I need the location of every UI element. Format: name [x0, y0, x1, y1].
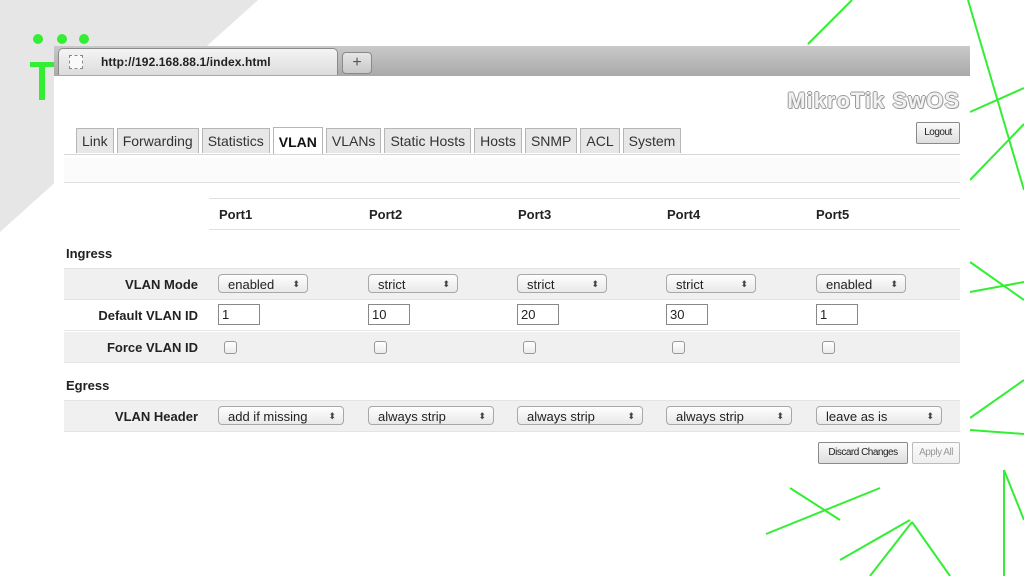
discard-changes-button[interactable]: Discard Changes	[818, 442, 908, 464]
tab-statistics[interactable]: Statistics	[201, 128, 270, 153]
default-vlan-id-input-port1[interactable]: 1	[218, 304, 260, 325]
row-force-vlan-id: Force VLAN ID	[64, 332, 960, 363]
logout-button[interactable]: Logout	[916, 122, 960, 144]
tab-system[interactable]: System	[622, 128, 682, 153]
select-arrows-icon: ⬍	[591, 279, 599, 289]
divider	[64, 154, 960, 155]
select-arrows-icon: ⬍	[292, 279, 300, 289]
default-vlan-id-input-port4[interactable]: 30	[666, 304, 708, 325]
tab-link[interactable]: Link	[76, 128, 114, 153]
force-vlan-id-checkbox-port4[interactable]	[672, 341, 685, 354]
tab-hosts[interactable]: Hosts	[474, 128, 522, 153]
tab-acl[interactable]: ACL	[580, 128, 620, 153]
select-arrows-icon: ⬍	[478, 411, 486, 421]
default-vlan-id-input-port5[interactable]: 1	[816, 304, 858, 325]
row-label: VLAN Mode	[125, 277, 198, 292]
vlan-header-select-port2[interactable]: always strip ⬍	[368, 406, 494, 425]
select-arrows-icon: ⬍	[442, 279, 450, 289]
default-vlan-id-input-port2[interactable]: 10	[368, 304, 410, 325]
section-egress: Egress	[66, 378, 110, 393]
tab-static-hosts[interactable]: Static Hosts	[384, 128, 472, 153]
vlan-mode-select-port2[interactable]: strict ⬍	[368, 274, 458, 293]
row-label: Default VLAN ID	[98, 308, 198, 323]
vlan-mode-select-port1[interactable]: enabled ⬍	[218, 274, 308, 293]
toolbar-strip	[64, 158, 960, 183]
brand-logo: MikroTik SwOS	[787, 88, 960, 113]
vlan-header-select-port5[interactable]: leave as is ⬍	[816, 406, 942, 425]
port-header-row: Port1 Port2 Port3 Port4 Port5	[209, 198, 960, 230]
new-tab-button[interactable]: +	[342, 52, 372, 74]
vlan-header-select-port3[interactable]: always strip ⬍	[517, 406, 643, 425]
port-header: Port3	[518, 207, 552, 222]
tab-vlan[interactable]: VLAN	[272, 127, 323, 154]
row-vlan-mode: VLAN Mode enabled ⬍ strict ⬍ strict ⬍ stric…	[64, 268, 960, 300]
tab-snmp[interactable]: SNMP	[524, 128, 578, 153]
port-header: Port5	[816, 207, 850, 222]
select-arrows-icon: ⬍	[328, 411, 336, 421]
force-vlan-id-checkbox-port1[interactable]	[224, 341, 237, 354]
select-arrows-icon: ⬍	[890, 279, 898, 289]
port-header: Port2	[369, 207, 403, 222]
tab-vlans[interactable]: VLANs	[325, 128, 382, 153]
apply-all-button[interactable]: Apply All	[912, 442, 960, 464]
port-header: Port4	[667, 207, 701, 222]
vlan-mode-select-port4[interactable]: strict ⬍	[666, 274, 756, 293]
vlan-header-select-port1[interactable]: add if missing ⬍	[218, 406, 344, 425]
page-icon	[69, 55, 83, 69]
url-text: http://192.168.88.1/index.html	[101, 55, 271, 69]
row-label: VLAN Header	[114, 409, 198, 424]
vlan-mode-select-port5[interactable]: enabled ⬍	[816, 274, 906, 293]
nav-tabs: Link Forwarding Statistics VLAN VLANs St…	[76, 127, 684, 154]
force-vlan-id-checkbox-port3[interactable]	[523, 341, 536, 354]
force-vlan-id-checkbox-port2[interactable]	[374, 341, 387, 354]
row-label: Force VLAN ID	[106, 340, 198, 355]
browser-window: http://192.168.88.1/index.html + MikroTi…	[54, 46, 970, 486]
tab-forwarding[interactable]: Forwarding	[116, 128, 199, 153]
browser-tab-bar: http://192.168.88.1/index.html +	[54, 46, 970, 76]
port-header: Port1	[219, 207, 253, 222]
vlan-mode-select-port3[interactable]: strict ⬍	[517, 274, 607, 293]
force-vlan-id-checkbox-port5[interactable]	[822, 341, 835, 354]
browser-tab[interactable]: http://192.168.88.1/index.html	[58, 48, 338, 75]
vlan-header-select-port4[interactable]: always strip ⬍	[666, 406, 792, 425]
select-arrows-icon: ⬍	[740, 279, 748, 289]
row-default-vlan-id: Default VLAN ID 1 10 20 30 1	[64, 300, 960, 331]
select-arrows-icon: ⬍	[627, 411, 635, 421]
row-vlan-header: VLAN Header add if missing ⬍ always strip…	[64, 400, 960, 432]
select-arrows-icon: ⬍	[926, 411, 934, 421]
default-vlan-id-input-port3[interactable]: 20	[517, 304, 559, 325]
select-arrows-icon: ⬍	[776, 411, 784, 421]
section-ingress: Ingress	[66, 246, 113, 261]
